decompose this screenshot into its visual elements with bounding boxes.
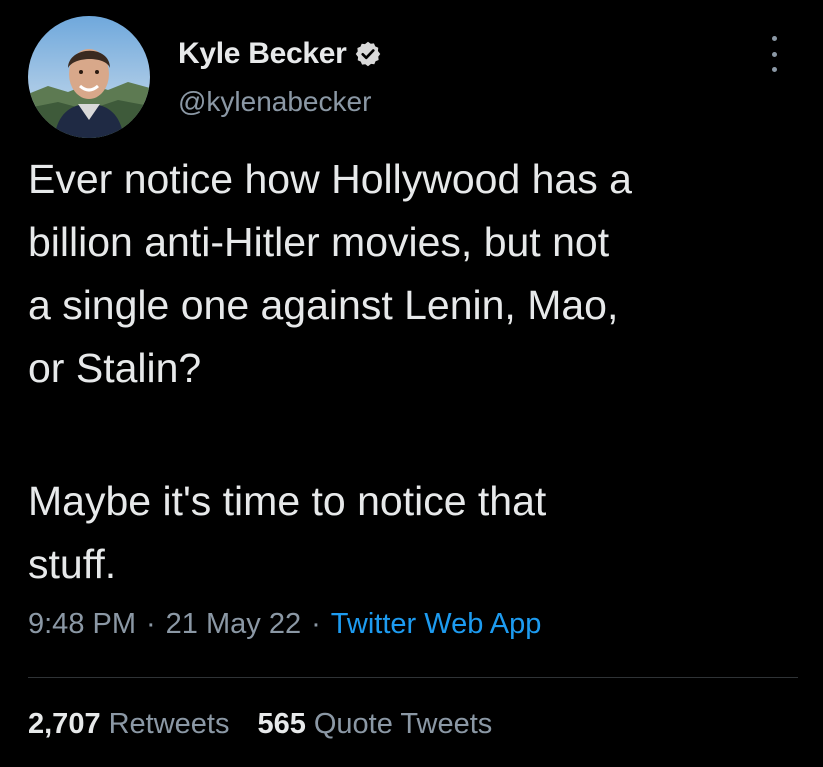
avatar[interactable] <box>28 16 150 138</box>
more-dot <box>771 36 777 41</box>
divider <box>28 677 798 678</box>
tweet-card: Kyle Becker @kylenabecker Ever notice ho… <box>0 0 823 767</box>
meta-separator: · <box>311 608 321 640</box>
tweet-text-paragraph-2: Maybe it's time to notice that stuff. <box>28 478 547 587</box>
more-options-icon[interactable] <box>762 36 786 72</box>
tweet-meta: 9:48 PM · 21 May 22 · Twitter Web App <box>28 608 541 641</box>
more-dot <box>771 51 777 57</box>
author-handle[interactable]: @kylenabecker <box>178 86 371 118</box>
quote-tweets-stat[interactable]: 565 Quote Tweets <box>257 708 492 741</box>
retweets-stat[interactable]: 2,707 Retweets <box>28 708 229 741</box>
author-name-row: Kyle Becker <box>178 36 382 72</box>
quote-tweets-count: 565 <box>257 708 306 740</box>
avatar-photo <box>28 16 150 138</box>
quote-tweets-label: Quote Tweets <box>313 708 493 740</box>
verified-badge-icon <box>354 40 382 68</box>
author-display-name[interactable]: Kyle Becker <box>178 37 347 71</box>
tweet-time[interactable]: 9:48 PM <box>28 608 136 641</box>
retweets-label: Retweets <box>108 708 230 740</box>
meta-separator: · <box>146 608 156 640</box>
retweets-count: 2,707 <box>28 708 101 740</box>
tweet-source-link[interactable]: Twitter Web App <box>331 608 542 641</box>
tweet-text-paragraph-1: Ever notice how Hollywood has a billion … <box>28 156 632 391</box>
tweet-stats: 2,707 Retweets 565 Quote Tweets <box>28 708 492 741</box>
more-dot <box>771 67 777 72</box>
tweet-date[interactable]: 21 May 22 <box>166 608 301 641</box>
